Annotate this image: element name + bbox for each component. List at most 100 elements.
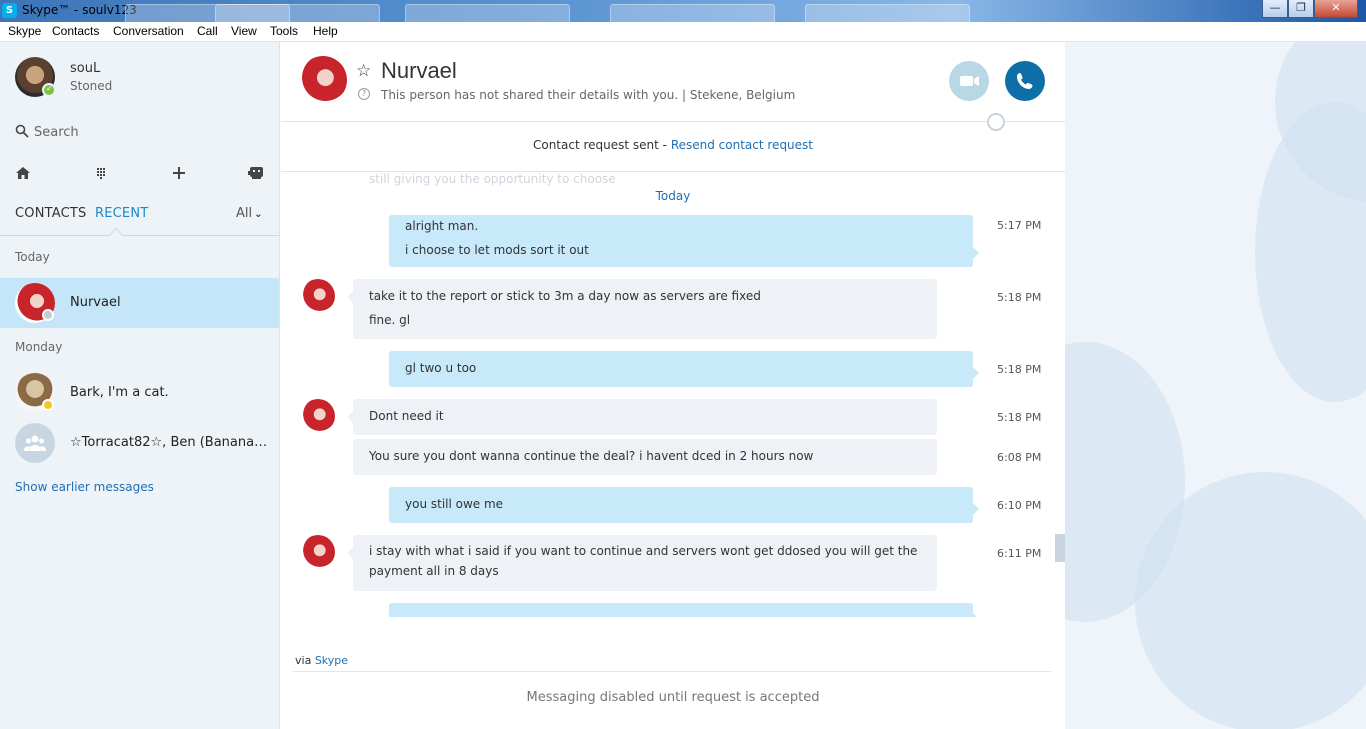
- via-label: via Skype: [295, 654, 348, 667]
- message-line: fine. gl: [369, 313, 411, 327]
- message-time: 6:10 PM: [997, 499, 1042, 512]
- background-window-tab: [405, 4, 570, 22]
- background-decor-panel: [1065, 42, 1366, 729]
- home-icon[interactable]: [14, 165, 32, 183]
- background-window-tab: [805, 4, 970, 22]
- unknown-status-icon: [42, 309, 54, 321]
- message-line: You sure you dont wanna continue the dea…: [369, 449, 814, 463]
- message-time: 5:17 PM: [997, 219, 1042, 232]
- contact-avatar[interactable]: [299, 56, 347, 104]
- video-call-button[interactable]: [949, 61, 989, 101]
- group-label-monday: Monday: [15, 340, 63, 354]
- message-time: 5:18 PM: [997, 363, 1042, 376]
- recent-item-nurvael[interactable]: Nurvael: [0, 278, 279, 328]
- search-input[interactable]: [34, 122, 264, 142]
- decor-circle: [1255, 102, 1366, 402]
- menu-tools[interactable]: Tools: [270, 24, 298, 38]
- message-text: i stay with what i said if you want to c…: [369, 544, 918, 578]
- audio-call-button[interactable]: [1005, 61, 1045, 101]
- menu-bar: Skype Contacts Conversation Call View To…: [0, 22, 1366, 42]
- add-icon[interactable]: [170, 165, 188, 183]
- incoming-message[interactable]: take it to the report or stick to 3m a d…: [347, 279, 937, 339]
- tab-recent[interactable]: RECENT: [95, 206, 148, 221]
- globe-icon: [987, 113, 1005, 131]
- recent-item-group-chat[interactable]: ☆Torracat82☆, Ben (Bananastr...: [0, 418, 279, 468]
- search-icon: [15, 124, 29, 138]
- sender-avatar: [301, 535, 335, 569]
- maximize-button[interactable]: ❐: [1288, 0, 1314, 18]
- request-status-text: Contact request sent -: [532, 138, 671, 152]
- incoming-message[interactable]: Dont need it: [347, 399, 937, 435]
- skype-logo-icon: S: [2, 3, 17, 18]
- message-list[interactable]: still giving you the opportunity to choo…: [281, 172, 1065, 617]
- recent-filter-dropdown[interactable]: All ⌄: [236, 206, 263, 221]
- incoming-message[interactable]: You sure you dont wanna continue the dea…: [353, 439, 937, 475]
- outgoing-message[interactable]: you still owe me: [389, 487, 979, 523]
- footer-divider: [293, 671, 1051, 672]
- conversation-pane: ☆ Nurvael ? This person has not shared t…: [281, 42, 1065, 729]
- group-label-today: Today: [15, 250, 50, 264]
- message-time: 6:11 PM: [997, 547, 1042, 560]
- message-line: take it to the report or stick to 3m a d…: [369, 289, 761, 303]
- message-time: 5:18 PM: [997, 411, 1042, 424]
- sidebar: souL Stoned CONTACTS RECENT All⌄ Today N…: [0, 42, 280, 729]
- contact-info: This person has not shared their details…: [381, 88, 796, 102]
- header-divider: [281, 121, 1065, 122]
- chevron-down-icon: ⌄: [254, 209, 263, 220]
- phone-icon: [1017, 73, 1033, 89]
- menu-call[interactable]: Call: [197, 24, 218, 38]
- contact-request-bar: Contact request sent - Resend contact re…: [281, 138, 1065, 152]
- away-status-icon: [42, 399, 54, 411]
- bot-icon[interactable]: [247, 165, 265, 183]
- day-separator: Today: [655, 189, 691, 203]
- scrolled-message-text: still giving you the opportunity to choo…: [369, 172, 616, 186]
- tab-divider: [0, 235, 279, 236]
- outgoing-message[interactable]: alright man. i choose to let mods sort i…: [389, 215, 979, 267]
- message-time: 5:18 PM: [997, 291, 1042, 304]
- dialpad-icon[interactable]: [92, 165, 110, 183]
- menu-contacts[interactable]: Contacts: [52, 24, 99, 38]
- menu-view[interactable]: View: [231, 24, 257, 38]
- info-icon: ?: [358, 88, 370, 100]
- my-name[interactable]: souL: [70, 61, 100, 76]
- message-line: gl two u too: [405, 361, 477, 375]
- contact-name[interactable]: Nurvael: [381, 58, 457, 84]
- incoming-message[interactable]: i stay with what i said if you want to c…: [347, 535, 937, 591]
- title-bar: S Skype™ - soulv123 — ❐ ✕: [0, 0, 1366, 22]
- group-avatar-icon: [15, 423, 55, 463]
- message-time: 6:08 PM: [997, 451, 1042, 464]
- via-skype-link[interactable]: Skype: [315, 654, 348, 667]
- sender-avatar: [301, 279, 335, 313]
- video-camera-icon: [960, 76, 979, 86]
- recent-item-name: ☆Torracat82☆, Ben (Bananastr...: [70, 435, 270, 450]
- online-status-icon: [42, 83, 56, 97]
- messaging-disabled-notice: Messaging disabled until request is acce…: [526, 690, 820, 705]
- tab-contacts[interactable]: CONTACTS: [15, 206, 87, 221]
- outgoing-message-partial[interactable]: [389, 603, 979, 617]
- menu-skype[interactable]: Skype: [8, 24, 41, 38]
- my-mood[interactable]: Stoned: [70, 79, 112, 93]
- message-line: you still owe me: [405, 497, 504, 511]
- close-button[interactable]: ✕: [1314, 0, 1358, 18]
- scrollbar-thumb[interactable]: [1055, 534, 1065, 562]
- menu-conversation[interactable]: Conversation: [113, 24, 184, 38]
- minimize-button[interactable]: —: [1262, 0, 1288, 18]
- resend-request-link[interactable]: Resend contact request: [671, 138, 813, 152]
- active-tab-indicator: [108, 227, 124, 243]
- message-line: alright man.: [405, 219, 479, 233]
- recent-item-name: Bark, I'm a cat.: [70, 385, 169, 400]
- message-line: i choose to let mods sort it out: [405, 243, 589, 257]
- favorite-star-icon[interactable]: ☆: [356, 61, 371, 81]
- via-prefix: via: [295, 654, 315, 667]
- outgoing-message[interactable]: gl two u too: [389, 351, 979, 387]
- recent-item-name: Nurvael: [70, 295, 121, 310]
- show-earlier-messages-link[interactable]: Show earlier messages: [15, 480, 154, 494]
- window-title: Skype™ - soulv123: [22, 3, 137, 17]
- message-line: Dont need it: [369, 409, 444, 423]
- menu-help[interactable]: Help: [313, 24, 338, 38]
- sender-avatar: [301, 399, 335, 433]
- recent-item-bark[interactable]: Bark, I'm a cat.: [0, 368, 279, 418]
- background-window-tab: [215, 4, 380, 22]
- filter-label: All: [236, 206, 253, 221]
- background-window-tab: [610, 4, 775, 22]
